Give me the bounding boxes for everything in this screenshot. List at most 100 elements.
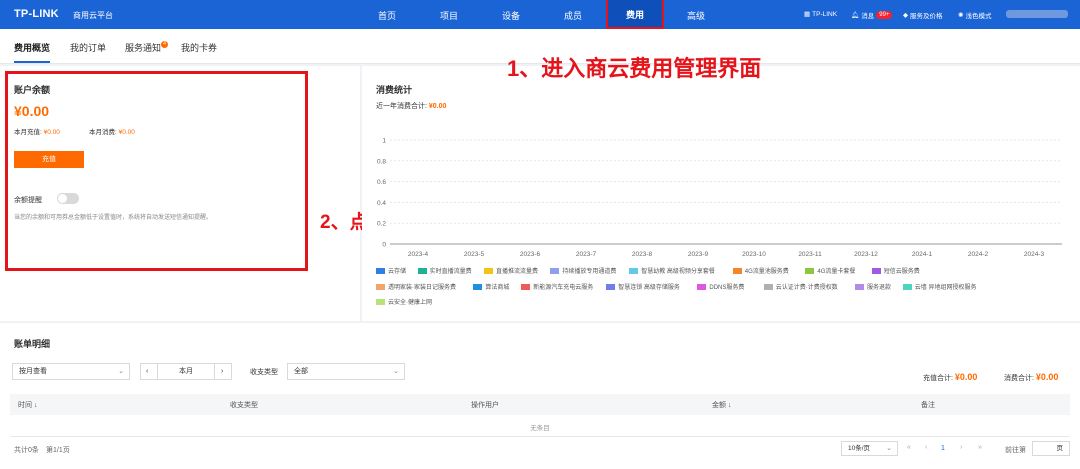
platform-name: 商用云平台: [73, 11, 113, 20]
legend-item[interactable]: 短信云服务费: [871, 266, 920, 275]
legend-swatch: [550, 267, 560, 274]
nav-advanced[interactable]: 高级: [687, 9, 705, 22]
legend-swatch: [376, 283, 385, 290]
y-tick-label: 0.6: [377, 179, 386, 186]
legend-label: 算法商城: [485, 285, 510, 291]
legend-swatch: [855, 283, 864, 290]
nav-devices[interactable]: 设备: [502, 9, 520, 22]
y-tick-label: 0.2: [377, 221, 386, 228]
legend-label: 云存储: [388, 269, 407, 275]
legend-item[interactable]: 持续播放专用通道费: [550, 266, 616, 275]
messages-label: 消息: [861, 13, 875, 20]
legend-item[interactable]: DDNS服务费: [697, 282, 744, 291]
spend-total-value: ¥0.00: [1035, 372, 1059, 382]
view-mode-select[interactable]: 按月查看 ⌄: [12, 363, 130, 380]
spend-total: 消费合计: ¥0.00: [1004, 372, 1058, 383]
recharge-total: 充值合计: ¥0.00: [923, 372, 977, 383]
page-unit: 页: [1056, 445, 1064, 452]
month-display[interactable]: 本月: [157, 363, 215, 380]
table-divider: [10, 436, 1070, 437]
legend-item[interactable]: 新能源汽车充电云服务: [521, 282, 593, 291]
legend-label: 4G流量池服务费: [744, 269, 789, 275]
balance-alert-toggle[interactable]: [57, 193, 79, 204]
page-size-select[interactable]: 10条/页 ⌄: [841, 441, 898, 456]
theme-label: 浅色模式: [965, 13, 992, 20]
legend-item[interactable]: 4G流量池服务费: [732, 266, 789, 275]
x-tick-label: 2023-5: [464, 251, 485, 258]
legend-swatch: [417, 267, 427, 274]
nav-fees-label: 费用: [625, 10, 644, 20]
y-axis-ticks: 1 0.8 0.6 0.4 0.2 0: [377, 138, 386, 249]
legend-swatch: [376, 298, 385, 305]
x-axis-ticks: 2023-4 2023-5 2023-6 2023-7 2023-8 2023-9 2023…: [408, 251, 1045, 258]
brand-label: TP-LINK: [812, 10, 838, 18]
x-tick-label: 2023-9: [688, 251, 709, 258]
tab-my-coupons[interactable]: 我的卡券: [181, 41, 217, 54]
legend-swatch: [763, 283, 773, 290]
nav-home[interactable]: 首页: [378, 9, 396, 22]
next-page-button[interactable]: ›: [960, 444, 962, 451]
type-select[interactable]: 全部 ⌄: [287, 363, 405, 380]
nav-fees[interactable]: 费用: [606, 0, 664, 29]
legend-swatch: [871, 267, 881, 274]
view-mode-value: 按月查看: [19, 368, 47, 375]
year-total-label: 近一年消费合计:: [376, 103, 427, 110]
legend-label: 云安全·健康上网: [388, 300, 432, 306]
legend-swatch: [629, 267, 639, 274]
service-price-link[interactable]: ◆ 服务及价格: [903, 10, 943, 20]
next-month-button[interactable]: ›: [214, 363, 232, 380]
legend-item[interactable]: 算法商城: [473, 282, 509, 291]
tab-fee-overview[interactable]: 费用概览: [14, 41, 50, 54]
user-account-blurred[interactable]: [1006, 10, 1068, 18]
legend-item[interactable]: 智慧幼教 高级视频分享套餐: [629, 266, 715, 275]
legend-item[interactable]: 云墙 异地组网授权服务: [902, 282, 976, 291]
legend-item[interactable]: 实时直播流量费: [417, 266, 472, 275]
nav-members[interactable]: 成员: [564, 9, 582, 22]
x-tick-label: 2024-1: [912, 251, 933, 258]
last-page-button[interactable]: »: [978, 444, 982, 451]
legend-item[interactable]: 云认证计费·计费授权数: [763, 282, 838, 291]
messages-link[interactable]: 🔔︎ 消息 99+: [851, 10, 893, 20]
tab-service-notice[interactable]: 服务通知 4: [125, 41, 169, 54]
legend-label: 持续播放专用通道费: [562, 269, 617, 275]
top-bar: TP-LINK 商用云平台 首页 项目 设备 成员 费用 高级 ▦ TP-LIN…: [0, 0, 1080, 29]
chevron-down-icon: ⌄: [118, 368, 124, 375]
recharge-total-label: 充值合计:: [923, 375, 953, 382]
active-tab-underline: [14, 61, 50, 63]
balance-amount: ¥0.00: [14, 103, 50, 119]
y-tick-label: 1: [382, 138, 386, 145]
legend-item[interactable]: 云存储: [376, 266, 406, 275]
x-tick-label: 2023-6: [520, 251, 541, 258]
col-amount[interactable]: 金额 ↓: [712, 400, 731, 410]
y-tick-label: 0.8: [377, 158, 386, 165]
building-icon: ▦: [804, 11, 811, 18]
legend-label: 4G流量卡套餐: [817, 269, 856, 275]
prev-page-button[interactable]: ‹: [925, 444, 927, 451]
bell-icon: 🔔︎: [851, 12, 860, 19]
bills-table-header: 时间 ↓ 收支类型 操作用户 金额 ↓ 备注: [10, 394, 1070, 415]
legend-item[interactable]: 服务退款: [855, 282, 891, 291]
month-recharge-value: ¥0.00: [43, 129, 60, 136]
brand-link[interactable]: ▦ TP-LINK: [804, 10, 838, 19]
goto-page-input[interactable]: 页: [1032, 441, 1070, 456]
legend-item[interactable]: 透明家装·家装日记服务费: [376, 282, 456, 291]
sun-icon: ✺: [958, 12, 964, 19]
nav-projects[interactable]: 项目: [440, 9, 458, 22]
y-tick-label: 0: [382, 242, 386, 249]
balance-alert-desc: 当您的余额和可用券总金额低于设置值时，系统将自动发送短信通知提醒。: [14, 215, 213, 221]
current-page[interactable]: 1: [941, 445, 945, 452]
theme-toggle[interactable]: ✺ 浅色模式: [958, 10, 991, 20]
footer-count: 共计0条: [14, 447, 39, 454]
tab-my-orders[interactable]: 我的订单: [70, 41, 106, 54]
legend-item[interactable]: 4G流量卡套餐: [805, 266, 855, 275]
first-page-button[interactable]: «: [907, 444, 911, 451]
chart-grid: [390, 139, 1062, 245]
legend-item[interactable]: 直播推流流量费: [484, 266, 538, 275]
col-type: 收支类型: [230, 402, 258, 409]
col-time[interactable]: 时间 ↓: [18, 400, 37, 410]
legend-label: 实时直播流量费: [429, 269, 472, 275]
recharge-button[interactable]: 充值: [14, 151, 84, 168]
legend-item[interactable]: 智慧连锁 高级存储服务: [606, 282, 680, 291]
legend-item[interactable]: 云安全·健康上网: [376, 297, 432, 306]
prev-month-button[interactable]: ‹: [140, 363, 158, 380]
